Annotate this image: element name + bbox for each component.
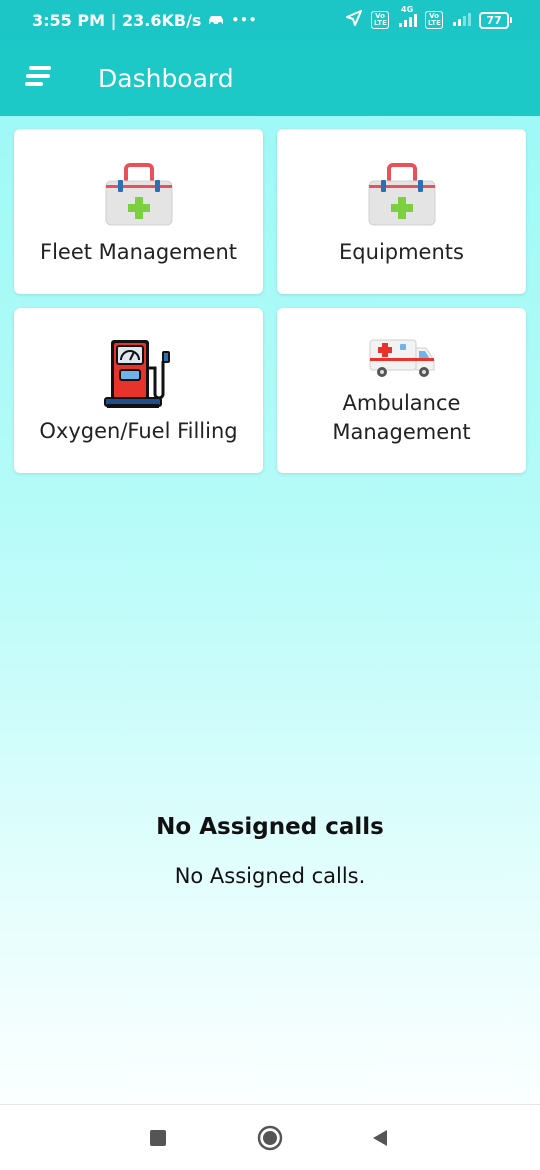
card-label: Fleet Management — [40, 240, 237, 264]
signal-weak-icon — [451, 11, 471, 30]
back-icon — [371, 1129, 389, 1152]
menu-icon — [25, 64, 55, 93]
dashboard-content: Fleet Management Equipments Oxygen/Fuel … — [0, 116, 540, 1104]
network-type-label: 4G — [401, 5, 414, 14]
card-label: Equipments — [339, 240, 464, 264]
card-label: Oxygen/Fuel Filling — [39, 419, 238, 443]
equipments-card[interactable]: Equipments — [277, 129, 526, 294]
medical-kit-icon — [104, 161, 174, 232]
status-time-speed: 3:55 PM | 23.6KB/s — [32, 10, 202, 30]
status-left: 3:55 PM | 23.6KB/s ••• — [32, 11, 257, 30]
fleet-management-card[interactable]: Fleet Management — [14, 129, 263, 294]
volte-icon-2: Vo LTE — [425, 11, 443, 29]
more-notifications-icon: ••• — [231, 13, 258, 27]
ambulance-management-card[interactable]: Ambulance Management — [277, 308, 526, 473]
medical-kit-icon — [367, 161, 437, 232]
car-icon — [207, 11, 225, 30]
empty-state-message: No Assigned calls. — [174, 864, 366, 888]
location-arrow-icon — [345, 9, 363, 31]
home-button[interactable] — [252, 1120, 288, 1160]
recents-icon — [149, 1129, 167, 1152]
ambulance-icon — [366, 334, 438, 385]
status-right: Vo LTE 4G Vo LTE 77 — [345, 5, 512, 31]
page-title: Dashboard — [98, 63, 234, 93]
app-bar: Dashboard — [0, 40, 540, 116]
system-nav-bar — [0, 1104, 540, 1170]
battery-level: 77 — [479, 11, 509, 29]
oxygen-fuel-filling-card[interactable]: Oxygen/Fuel Filling — [14, 308, 263, 473]
empty-state-title: No Assigned calls — [156, 814, 384, 840]
menu-button[interactable] — [10, 48, 70, 108]
fuel-pump-icon — [103, 338, 175, 415]
card-label-line2: Management — [332, 420, 471, 444]
signal-4g-icon: 4G — [397, 5, 417, 27]
card-label-line1: Ambulance — [342, 391, 461, 415]
back-button[interactable] — [362, 1122, 398, 1158]
home-icon — [257, 1125, 283, 1156]
status-bar: 3:55 PM | 23.6KB/s ••• Vo LTE 4G Vo LTE … — [0, 0, 540, 40]
volte-icon: Vo LTE — [371, 11, 389, 29]
battery-icon: 77 — [479, 11, 512, 29]
recents-button[interactable] — [140, 1122, 176, 1158]
